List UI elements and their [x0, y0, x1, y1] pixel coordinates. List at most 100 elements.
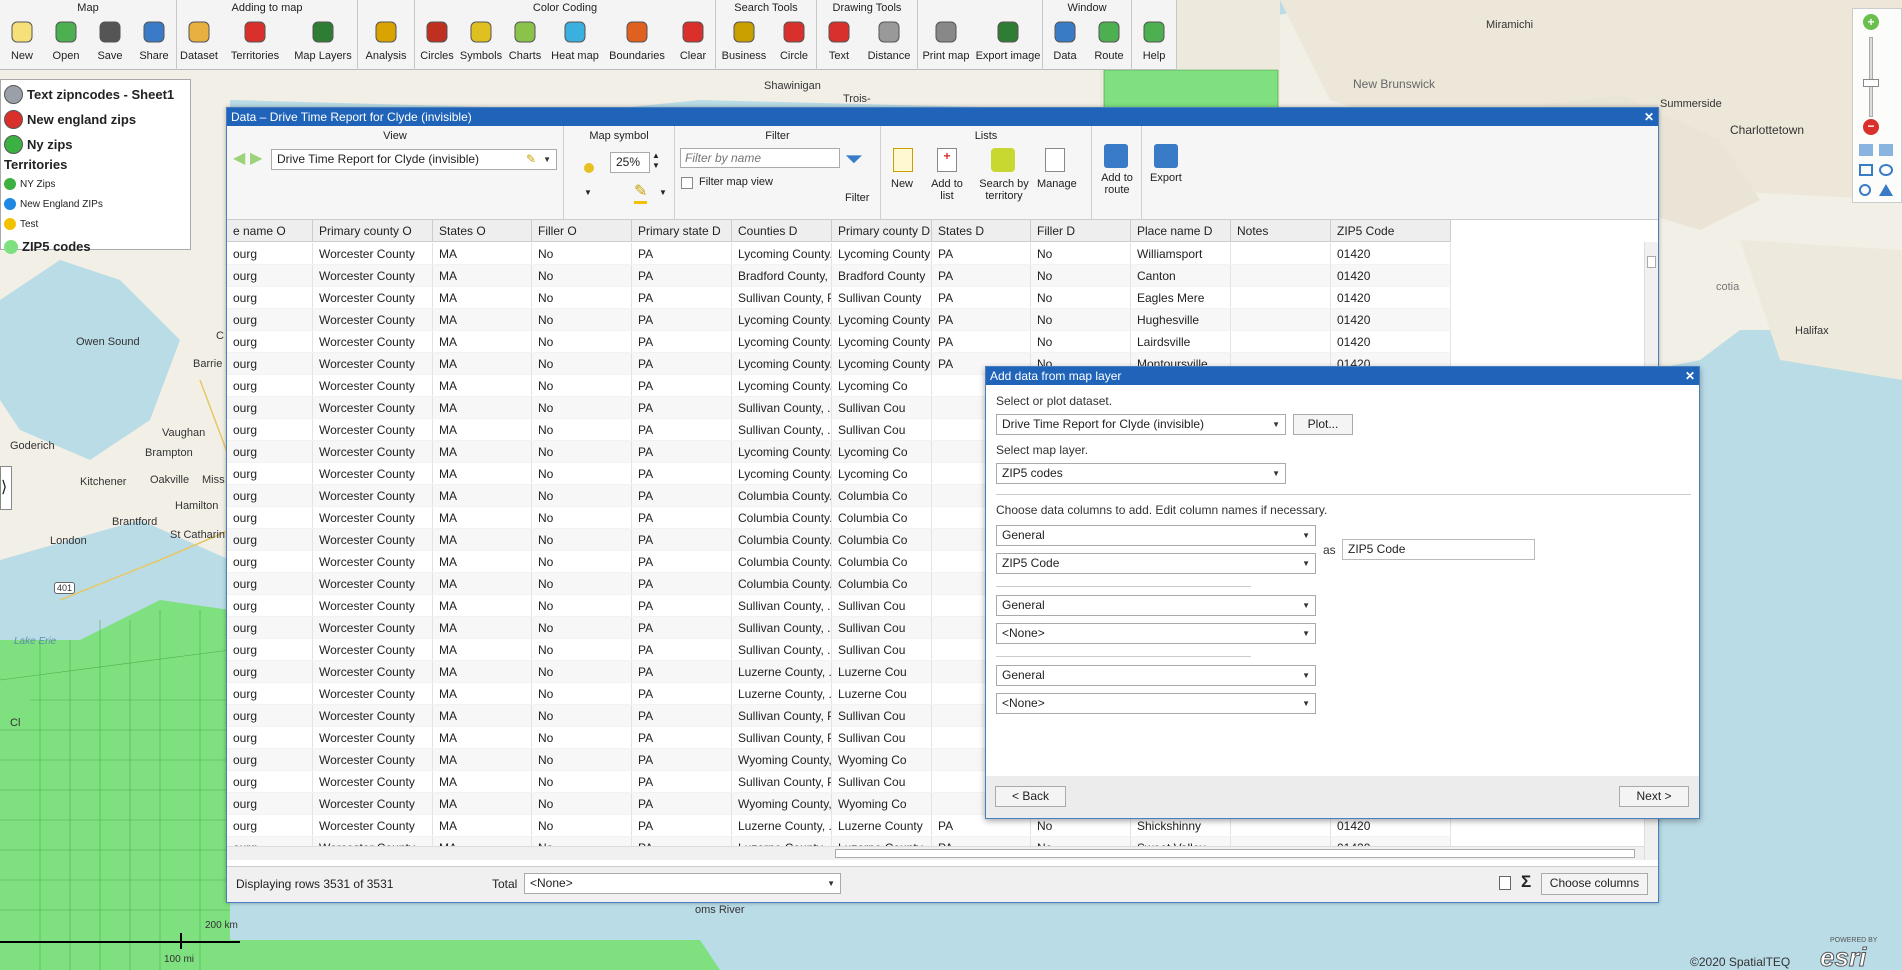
territory-search-icon[interactable] [991, 148, 1015, 172]
new-list-button[interactable]: New [891, 178, 913, 190]
layer-select[interactable]: ZIP5 codes ▼ [996, 463, 1286, 484]
print-map-button[interactable]: Print map [918, 15, 974, 70]
analysis-button[interactable]: Analysis [358, 15, 414, 70]
add-to-route-icon[interactable] [1104, 144, 1128, 168]
column-header[interactable]: Counties D [732, 220, 832, 241]
territory-item[interactable]: Test [4, 214, 187, 234]
dataset-select[interactable]: Drive Time Report for Clyde (invisible) ✎… [271, 149, 557, 170]
data-window-titlebar[interactable]: Data – Drive Time Report for Clyde (invi… [227, 108, 1658, 126]
close-icon[interactable]: ✕ [1644, 108, 1654, 126]
category-select[interactable]: General ▼ [996, 665, 1316, 686]
column-header[interactable]: Filler O [532, 220, 632, 241]
route-button[interactable]: Route [1087, 15, 1131, 70]
column-header[interactable]: e name O [227, 220, 313, 241]
table-row[interactable]: ourg Worcester County MA No PA Lycoming Count… [227, 309, 1451, 331]
legend-item[interactable]: ZIP5 codes [4, 234, 187, 259]
close-icon[interactable]: ✕ [1685, 367, 1695, 385]
column-name-input[interactable]: ZIP5 Code [1342, 539, 1535, 560]
column-header[interactable]: Primary county D [832, 220, 932, 241]
export-image-button[interactable]: Export image [974, 15, 1042, 70]
dataset-select[interactable]: Drive Time Report for Clyde (invisible) ▼ [996, 414, 1286, 435]
legend-item[interactable]: Text zipncodes - Sheet1 [4, 82, 187, 107]
map-layers-button[interactable]: Map Layers [289, 15, 357, 70]
horizontal-scrollbar[interactable] [227, 846, 1644, 860]
column-header[interactable]: Notes [1231, 220, 1331, 241]
business-button[interactable]: Business [716, 15, 772, 70]
plot-button[interactable]: Plot... [1293, 414, 1353, 435]
circle-button[interactable]: Circle [772, 15, 816, 70]
scroll-thumb[interactable] [1647, 256, 1656, 268]
table-row[interactable]: ourg Worcester County MA No PA Bradford Count… [227, 265, 1451, 287]
column-header[interactable]: Place name D [1131, 220, 1231, 241]
symbols-button[interactable]: Symbols [459, 15, 503, 70]
add-to-list-icon[interactable]: + [937, 148, 957, 172]
manage-icon[interactable] [1045, 148, 1065, 172]
back-extent-icon[interactable] [1859, 144, 1873, 156]
pan-up-icon[interactable] [1879, 184, 1893, 196]
manage-button[interactable]: Manage [1037, 178, 1077, 190]
table-row[interactable]: ourg Worcester County MA No PA Lycoming Count… [227, 331, 1451, 353]
legend-item[interactable]: Ny zips [4, 132, 187, 157]
export-icon[interactable] [1154, 144, 1178, 168]
open-button[interactable]: Open [44, 15, 88, 70]
new-list-icon[interactable] [893, 148, 913, 172]
filter-button[interactable]: Filter [845, 192, 869, 204]
zoom-full-icon[interactable] [1879, 164, 1893, 176]
spinner-icon[interactable]: ▲ ▼ [652, 151, 660, 171]
distance-button[interactable]: Distance [861, 15, 917, 70]
zoom-out-icon[interactable]: − [1863, 119, 1879, 135]
funnel-icon[interactable]: ⏷ [845, 146, 863, 172]
share-button[interactable]: Share [132, 15, 176, 70]
column-header[interactable]: Primary county O [313, 220, 433, 241]
table-row[interactable]: ourg Worcester County MA No PA Lycoming Count… [227, 243, 1451, 265]
add-to-route-button[interactable]: Add to route [1096, 172, 1138, 196]
legend-item[interactable]: New england zips [4, 107, 187, 132]
symbol-dot-icon[interactable] [584, 163, 594, 173]
new-button[interactable]: New [0, 15, 44, 70]
filter-input[interactable] [680, 148, 840, 168]
total-select[interactable]: <None> ▼ [524, 873, 841, 894]
table-row[interactable]: ourg Worcester County MA No PA Sullivan Count… [227, 287, 1451, 309]
magnify-icon[interactable] [1859, 184, 1871, 196]
column-header[interactable]: ZIP5 Code [1331, 220, 1451, 241]
pen-dropdown-icon[interactable]: ▼ [659, 188, 667, 197]
column-select[interactable]: ZIP5 Code ▼ [996, 553, 1316, 574]
collapse-panel-tab[interactable]: ⟩ [0, 466, 12, 510]
symbol-dropdown-icon[interactable]: ▼ [584, 188, 592, 197]
zoom-in-icon[interactable]: + [1863, 14, 1879, 30]
column-header[interactable]: Primary state D [632, 220, 732, 241]
charts-button[interactable]: Charts [503, 15, 547, 70]
clear-button[interactable]: Clear [671, 15, 715, 70]
column-select[interactable]: <None> ▼ [996, 693, 1316, 714]
filter-map-view-checkbox[interactable] [681, 177, 693, 189]
export-button[interactable]: Export [1150, 172, 1182, 184]
back-arrow-icon[interactable]: ◀ [233, 148, 245, 168]
column-header[interactable]: States O [433, 220, 532, 241]
help-button[interactable]: Help [1132, 15, 1176, 70]
column-header[interactable]: States D [932, 220, 1031, 241]
back-button[interactable]: < Back [995, 786, 1066, 807]
opacity-input[interactable]: 25% [610, 152, 650, 173]
heat-map-button[interactable]: Heat map [547, 15, 603, 70]
zoom-slider-handle[interactable] [1863, 79, 1879, 87]
dialog-titlebar[interactable]: Add data from map layer ✕ [986, 367, 1699, 385]
text-button[interactable]: Text [817, 15, 861, 70]
forward-extent-icon[interactable] [1879, 144, 1893, 156]
highlight-pen-icon[interactable]: ✎ [634, 181, 648, 204]
territory-item[interactable]: NY Zips [4, 174, 187, 194]
territory-item[interactable]: New England ZIPs [4, 194, 187, 214]
category-select[interactable]: General ▼ [996, 525, 1316, 546]
dataset-button[interactable]: Dataset [177, 15, 221, 70]
category-select[interactable]: General ▼ [996, 595, 1316, 616]
zoom-box-icon[interactable] [1859, 164, 1873, 176]
data-button[interactable]: Data [1043, 15, 1087, 70]
pencil-icon[interactable]: ✎ [526, 150, 536, 169]
zoom-slider[interactable] [1869, 37, 1873, 117]
copy-icon[interactable] [1499, 876, 1511, 890]
search-by-territory-button[interactable]: Search by territory [977, 178, 1031, 202]
column-select[interactable]: <None> ▼ [996, 623, 1316, 644]
boundaries-button[interactable]: Boundaries [603, 15, 671, 70]
scroll-thumb[interactable] [835, 849, 1635, 858]
circles-button[interactable]: Circles [415, 15, 459, 70]
choose-columns-button[interactable]: Choose columns [1541, 873, 1648, 895]
